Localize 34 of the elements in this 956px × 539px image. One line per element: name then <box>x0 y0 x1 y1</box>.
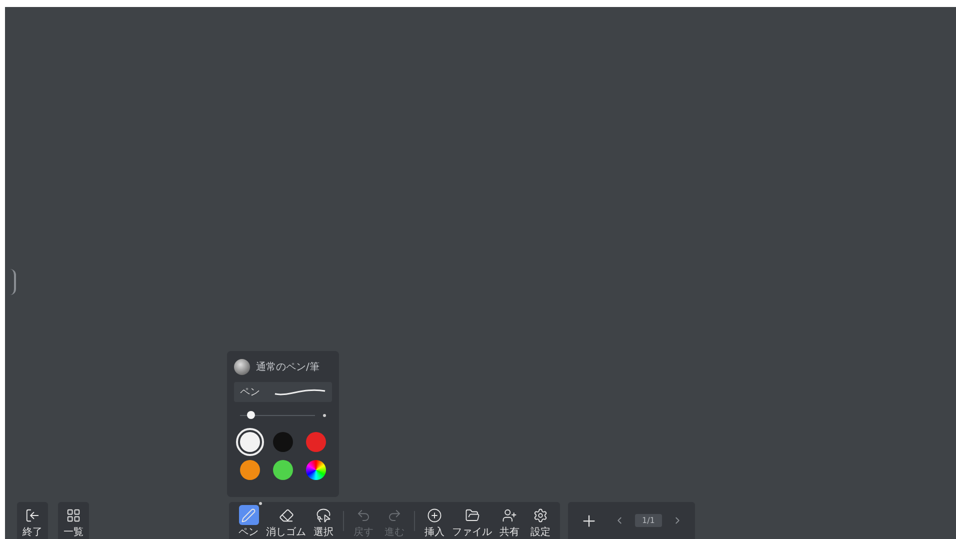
stroke-preview-icon <box>274 387 326 397</box>
settings-icon <box>533 508 548 522</box>
toolbar-button[interactable]: 終了 <box>17 502 48 539</box>
color-swatch[interactable] <box>306 460 326 480</box>
exit-icon <box>25 508 40 522</box>
tool-button[interactable]: ファイル <box>450 502 494 539</box>
tool-button[interactable]: 設定 <box>525 502 556 539</box>
tool-button[interactable]: 選択 <box>308 502 339 539</box>
pen-type-label: ペン <box>240 386 260 399</box>
color-swatch[interactable] <box>306 432 326 452</box>
tool-button[interactable]: 共有 <box>494 502 525 539</box>
grid-icon <box>66 508 81 522</box>
folder-icon <box>464 508 480 522</box>
undo-icon <box>356 508 371 522</box>
panel-title: 通常のペン/筆 <box>256 360 320 374</box>
add-user-icon <box>502 508 517 522</box>
pen-ball-icon <box>234 359 250 375</box>
color-swatch[interactable] <box>240 432 260 452</box>
tool-button[interactable]: 消しゴム <box>264 502 308 539</box>
tool-button[interactable]: ペン <box>233 502 264 539</box>
lasso-icon <box>316 508 331 522</box>
redo-icon <box>387 508 402 522</box>
side-handle[interactable] <box>10 269 16 295</box>
color-swatch[interactable] <box>272 432 293 452</box>
page-indicator: 1/1 <box>635 514 662 527</box>
tool-button[interactable]: 挿入 <box>419 502 450 539</box>
pen-type-selector[interactable]: ペン <box>234 382 332 402</box>
pen-icon <box>241 508 256 522</box>
toolbar-button[interactable]: 一覧 <box>58 502 89 539</box>
size-dot-icon <box>323 414 326 416</box>
color-swatch[interactable] <box>272 460 293 480</box>
color-swatch[interactable] <box>240 460 260 480</box>
eraser-icon <box>278 508 294 522</box>
plus-circle-icon <box>427 508 442 522</box>
